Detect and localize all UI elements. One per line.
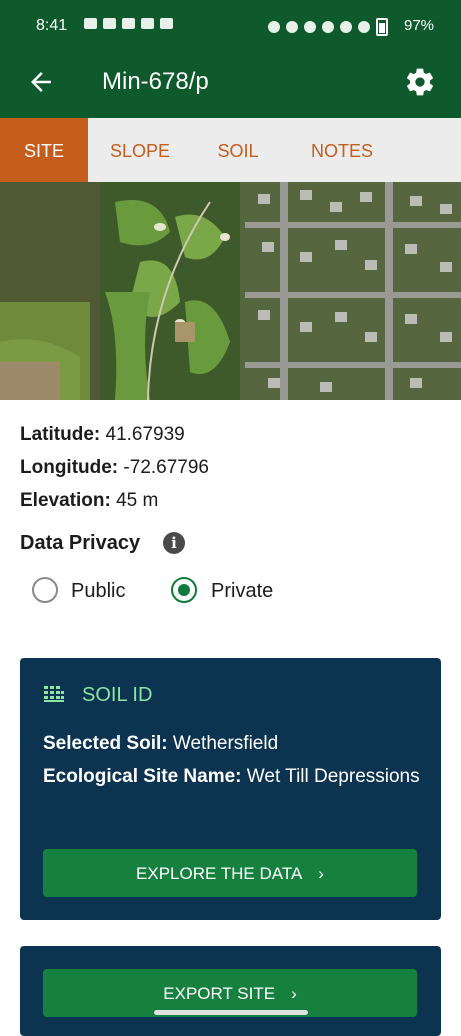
soil-grid-icon [44,686,64,702]
export-card: EXPORT SITE › [20,946,441,1036]
status-bar: 8:41 97% [0,0,461,52]
chat-icon [84,18,97,29]
satellite-map[interactable] [0,182,461,400]
satellite-image [0,182,461,400]
explore-data-label: EXPLORE THE DATA [136,864,303,883]
elevation-label: Elevation: [20,490,111,511]
mail-icon [103,18,116,29]
page-title: Min-678/p [102,68,209,95]
location-icon [304,21,316,33]
status-time: 8:41 [36,17,68,34]
latitude-label: Latitude: [20,424,101,445]
selected-soil-value: Wethersfield [172,733,279,754]
latitude-value: 41.67939 [105,424,185,445]
public-radio[interactable] [32,577,58,603]
latitude-row: Latitude: 41.67939 [20,424,185,446]
longitude-row: Longitude: -72.67796 [20,457,209,479]
key-icon [141,18,154,29]
tab-soil[interactable]: SOIL [192,118,284,182]
app-bar: Min-678/p [0,52,461,118]
longitude-label: Longitude: [20,457,119,478]
ecological-site-row: Ecological Site Name: Wet Till Depressio… [43,763,423,790]
tab-slope[interactable]: SLOPE [88,118,192,182]
wifi-icon [322,21,334,33]
explore-data-button[interactable]: EXPLORE THE DATA › [43,849,417,897]
private-radio[interactable] [171,577,197,603]
gallery-icon [122,18,135,29]
arrow-left-icon[interactable] [26,67,56,97]
data-privacy-heading: Data Privacy [20,532,141,554]
tab-notes[interactable]: NOTES [284,118,400,182]
gear-icon[interactable] [404,66,436,98]
battery-percent: 97% [404,17,435,34]
private-radio-label[interactable]: Private [211,580,273,603]
soil-id-title: SOIL ID [82,684,153,706]
longitude-value: -72.67796 [123,457,209,478]
export-site-label: EXPORT SITE [163,984,276,1003]
signal-icon [358,21,370,33]
chevron-right-icon: › [318,864,324,883]
bluetooth-icon [286,21,298,33]
battery-icon [376,18,388,36]
system-icons [268,18,388,36]
selected-soil-row: Selected Soil: Wethersfield [43,730,423,757]
tab-bar: SITE SLOPE SOIL NOTES [0,118,461,182]
alarm-icon [268,21,280,33]
notification-icons [84,18,173,29]
elevation-value: 45 m [116,490,159,511]
ecological-site-value: Wet Till Depressions [246,766,420,787]
info-icon[interactable]: i [163,532,185,554]
volte-icon [340,21,352,33]
elevation-row: Elevation: 45 m [20,490,158,512]
app-icon [160,18,173,29]
tab-site[interactable]: SITE [0,118,88,182]
soil-id-card: SOIL ID Selected Soil: Wethersfield Ecol… [20,658,441,920]
ecological-site-label: Ecological Site Name: [43,766,242,787]
selected-soil-label: Selected Soil: [43,733,168,754]
home-indicator[interactable] [154,1010,308,1015]
public-radio-label[interactable]: Public [71,580,125,603]
